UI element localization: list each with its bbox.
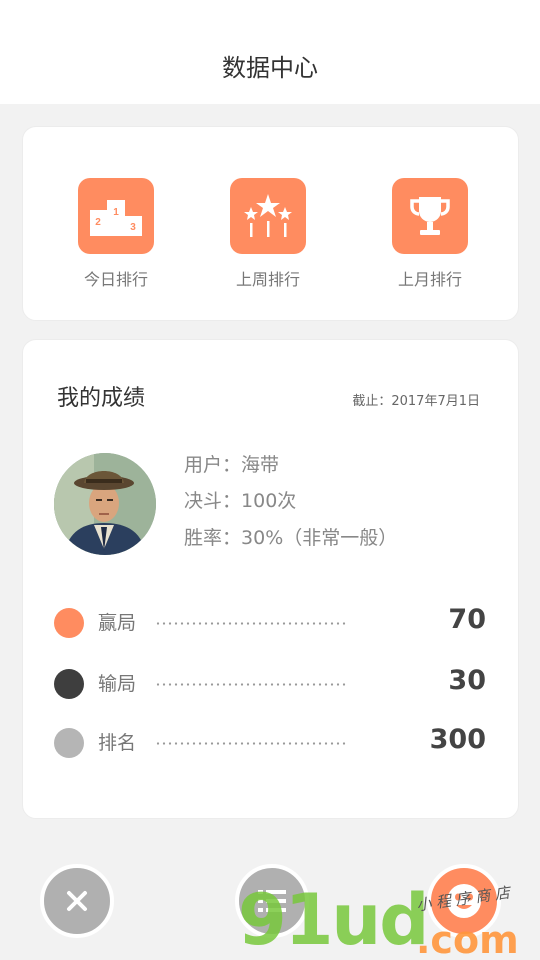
stat-row-losses: 输局 30 [54,663,486,703]
close-button[interactable] [40,864,114,938]
svg-text:3: 3 [130,222,136,233]
face-icon [447,884,481,918]
podium-icon: 1 2 3 [78,178,154,254]
trophy-icon [392,178,468,254]
list-icon [258,890,286,912]
rank-lastweek-label: 上周排行 [235,270,300,289]
losses-value: 30 [448,665,486,696]
user-info: 用户：海带 [184,453,284,477]
stat-row-rank: 排名 300 [54,722,486,762]
wins-leader [155,622,347,625]
losses-leader [155,683,347,686]
winrate-value: 30%（非常一般） [241,527,398,549]
duel-key: 决斗： [184,490,242,512]
winrate-key: 胜率： [184,527,242,549]
losses-dot [54,669,84,699]
rank-lastweek-button[interactable]: 上周排行 [208,178,328,290]
wins-dot [54,608,84,638]
winrate-info: 胜率：30%（非常一般） [184,526,397,550]
stars-icon [230,178,306,254]
rank-value: 300 [429,724,486,755]
avatar [54,453,156,555]
stat-row-wins: 赢局 70 [54,602,486,642]
rank-today-label: 今日排行 [83,270,148,289]
rankings-card: 1 2 3 今日排行 上周排行 上月排行 [22,126,519,321]
score-title: 我的成绩 [57,386,146,411]
rank-leader [155,742,347,745]
close-icon [67,891,87,911]
duel-info: 决斗：100次 [184,489,296,513]
rank-lastmonth-button[interactable]: 上月排行 [370,178,490,290]
user-key: 用户： [184,454,242,476]
user-value: 海带 [241,454,280,476]
rank-today-button[interactable]: 1 2 3 今日排行 [56,178,176,290]
page-title: 数据中心 [222,53,318,82]
losses-label: 输局 [98,673,137,695]
score-date: 截止：2017年7月1日 [352,394,480,409]
rank-dot [54,728,84,758]
header: 数据中心 [0,0,540,104]
svg-text:1: 1 [113,207,119,218]
duel-value: 100次 [241,490,297,512]
wins-value: 70 [448,604,486,635]
rank-lastmonth-label: 上月排行 [397,270,462,289]
list-button[interactable] [235,864,309,938]
wins-label: 赢局 [98,612,137,634]
rank-label: 排名 [98,732,137,754]
score-card: 我的成绩 截止：2017年7月1日 用户：海带 决斗：100次 胜率：30%（非… [22,339,519,819]
svg-text:2: 2 [95,217,101,228]
face-button[interactable] [427,864,501,938]
